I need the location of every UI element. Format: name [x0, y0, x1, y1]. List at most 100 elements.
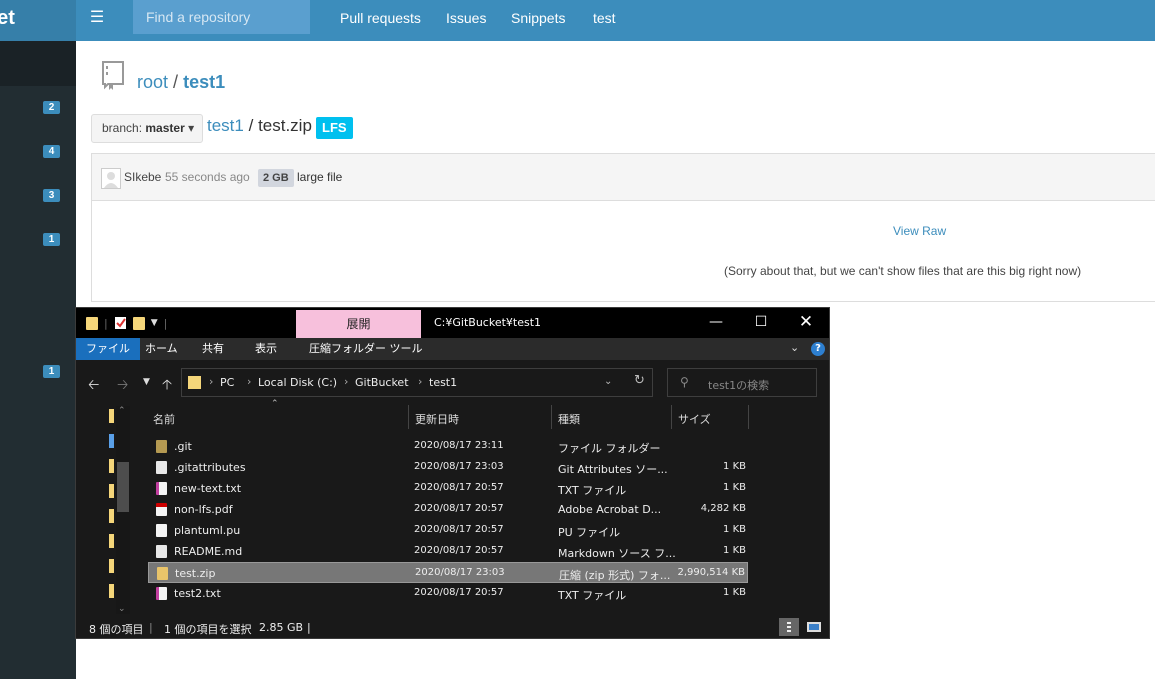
table-row[interactable]: non-lfs.pdf 2020/08/17 20:57 Adobe Acrobat…: [148, 499, 748, 520]
address-crumb-disk[interactable]: Local Disk (C:): [258, 376, 337, 389]
sidebar-badge[interactable]: 1: [43, 233, 60, 246]
table-row[interactable]: .git 2020/08/17 23:11 ファイル フォルダー: [148, 436, 748, 457]
table-row[interactable]: new-text.txt 2020/08/17 20:57 TXT ファイル 1 KB: [148, 478, 748, 499]
repository-search-input[interactable]: Find a repository: [133, 0, 310, 34]
repo-owner-link[interactable]: root: [137, 72, 168, 92]
sidebar-badge[interactable]: 3: [43, 189, 60, 202]
nav-pull-requests[interactable]: Pull requests: [340, 10, 421, 26]
table-row[interactable]: test2.txt 2020/08/17 20:57 TXT ファイル 1 KB: [148, 583, 748, 604]
table-row[interactable]: .gitattributes 2020/08/17 23:03 Git Attrib…: [148, 457, 748, 478]
chevron-right-icon[interactable]: ›: [418, 375, 422, 388]
tab-view[interactable]: 表示: [247, 338, 285, 360]
expand-ribbon-icon[interactable]: ⌄: [790, 341, 799, 354]
chevron-down-icon[interactable]: ⌄: [604, 376, 612, 387]
search-icon: ⚲: [680, 375, 689, 389]
customize-toolbar-icon[interactable]: ▼: [151, 318, 158, 328]
zip-file-icon: [157, 567, 168, 580]
extract-context-tab[interactable]: 展開: [296, 310, 421, 338]
commit-message[interactable]: large file: [297, 170, 342, 184]
tab-home[interactable]: ホーム: [137, 338, 186, 360]
file-size-cell: 1 KB: [723, 545, 746, 556]
nav-folder-icon[interactable]: [109, 509, 114, 523]
file-panel: SIkebe 55 seconds ago 2 GB large file Vi…: [91, 153, 1155, 302]
table-row[interactable]: test.zip 2020/08/17 23:03 圧縮 (zip 形式) フォ..…: [148, 562, 748, 583]
nav-folder-icon[interactable]: [109, 409, 114, 423]
column-divider[interactable]: [551, 405, 552, 429]
folder-icon[interactable]: [86, 316, 98, 330]
up-icon[interactable]: 🡡: [162, 374, 172, 398]
nav-folder-icon[interactable]: [109, 534, 114, 548]
chevron-right-icon[interactable]: ›: [247, 375, 251, 388]
recent-locations-icon[interactable]: ▼: [143, 377, 150, 387]
new-folder-icon[interactable]: [132, 316, 145, 330]
file-name-cell: README.md: [174, 545, 243, 558]
details-view-icon[interactable]: [779, 618, 799, 636]
file-type-cell: Markdown ソース フ...: [558, 547, 676, 560]
address-crumb-gitbucket[interactable]: GitBucket: [355, 376, 409, 389]
avatar[interactable]: [101, 168, 121, 189]
table-row[interactable]: README.md 2020/08/17 20:57 Markdown ソース フ.…: [148, 541, 748, 562]
nav-folder-icon[interactable]: [109, 559, 114, 573]
help-icon[interactable]: ?: [811, 342, 825, 356]
column-divider[interactable]: [408, 405, 409, 429]
scrollbar-thumb[interactable]: [117, 462, 129, 512]
column-divider[interactable]: [671, 405, 672, 429]
file-type-cell: PU ファイル: [558, 526, 621, 539]
tab-compressed-folder-tools[interactable]: 圧縮フォルダー ツール: [301, 338, 431, 360]
divider: |: [104, 316, 108, 330]
view-raw-link[interactable]: View Raw: [893, 224, 946, 238]
folder-icon: [188, 376, 201, 389]
back-icon[interactable]: 🡠: [88, 374, 99, 398]
breadcrumb-separator: /: [173, 72, 179, 92]
column-date[interactable]: 更新日時: [415, 411, 459, 427]
tab-share[interactable]: 共有: [194, 338, 232, 360]
nav-issues[interactable]: Issues: [446, 10, 486, 26]
minimize-icon[interactable]: —: [701, 312, 731, 332]
nav-user[interactable]: test: [593, 10, 616, 26]
file-size-cell: 1 KB: [723, 587, 746, 598]
tab-file[interactable]: ファイル: [76, 338, 140, 360]
nav-folder-icon[interactable]: [109, 584, 114, 598]
branch-selector-button[interactable]: branch: master ▾: [91, 114, 203, 143]
nav-folder-icon[interactable]: [109, 484, 114, 498]
sidebar-badge[interactable]: 1: [43, 365, 60, 378]
maximize-icon[interactable]: ☐: [746, 312, 776, 332]
selected-count: 1 個の項目を選択: [164, 623, 252, 636]
scroll-up-icon[interactable]: ⌃: [118, 406, 126, 416]
nav-folder-icon[interactable]: [109, 459, 114, 473]
file-name-cell: test.zip: [175, 567, 216, 580]
repo-name-link[interactable]: test1: [183, 72, 225, 92]
chevron-right-icon[interactable]: ›: [344, 375, 348, 388]
file-explorer-window: | ▼ | 展開 C:¥GitBucket¥test1 — ☐ ✕ ファイル ホ…: [75, 307, 830, 639]
nav-pane-scrollbar[interactable]: ⌃ ⌄: [116, 406, 130, 614]
properties-icon[interactable]: [114, 316, 127, 330]
chevron-right-icon[interactable]: ›: [209, 375, 213, 388]
status-bar: 8 個の項目 | 1 個の項目を選択 2.85 GB |: [76, 616, 829, 638]
close-icon[interactable]: ✕: [791, 312, 821, 332]
address-bar[interactable]: › PC › Local Disk (C:) › GitBucket › tes…: [181, 368, 653, 397]
scroll-down-icon[interactable]: ⌄: [118, 604, 126, 614]
branch-value: master: [145, 121, 185, 135]
folder-icon: [156, 440, 167, 453]
file-name-cell: .gitattributes: [174, 461, 246, 474]
app-logo[interactable]: ket: [0, 0, 76, 41]
address-crumb-test1[interactable]: test1: [429, 376, 457, 389]
column-type[interactable]: 種類: [558, 411, 580, 427]
sidebar-badge[interactable]: 2: [43, 101, 60, 114]
refresh-icon[interactable]: ↻: [634, 373, 645, 388]
commit-author[interactable]: SIkebe: [124, 170, 161, 184]
menu-toggle-icon[interactable]: ☰: [86, 9, 108, 31]
column-size[interactable]: サイズ: [678, 411, 711, 427]
table-row[interactable]: plantuml.pu 2020/08/17 20:57 PU ファイル 1 KB: [148, 520, 748, 541]
file-repo-link[interactable]: test1: [207, 116, 244, 135]
nav-desktop-icon[interactable]: [109, 434, 114, 448]
large-icons-view-icon[interactable]: [804, 618, 824, 636]
nav-snippets[interactable]: Snippets: [511, 10, 565, 26]
folder-search-input[interactable]: ⚲ test1の検索: [667, 368, 817, 397]
sidebar-badge[interactable]: 4: [43, 145, 60, 158]
sidebar-header: [0, 41, 76, 86]
forward-icon[interactable]: 🡢: [117, 374, 128, 398]
column-divider[interactable]: [748, 405, 749, 429]
address-crumb-pc[interactable]: PC: [220, 376, 234, 389]
column-name[interactable]: 名前: [153, 411, 175, 427]
